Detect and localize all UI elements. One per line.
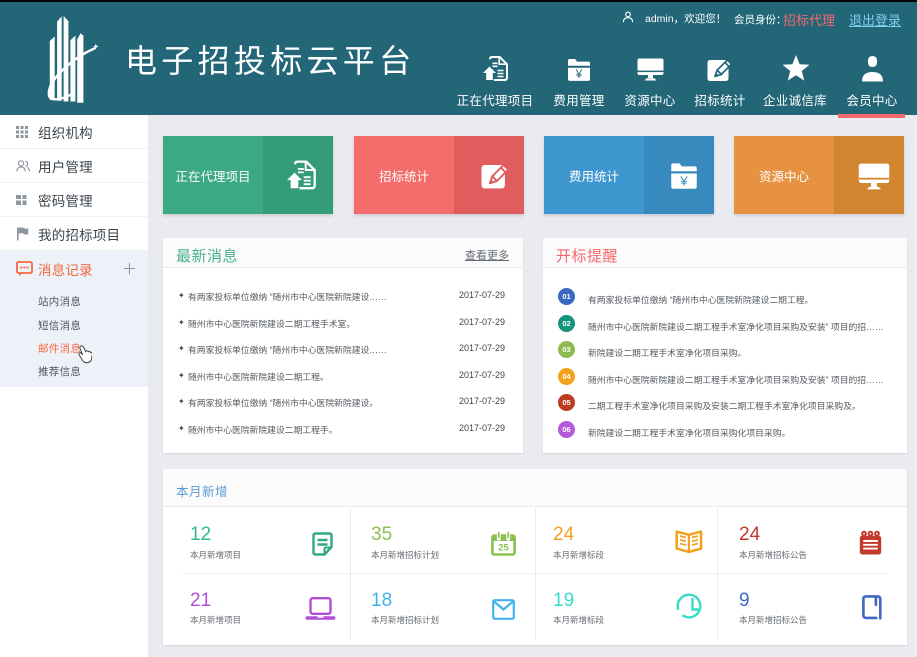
svg-text:¥: ¥ xyxy=(575,69,583,81)
svg-text:¥: ¥ xyxy=(679,173,688,188)
svg-text:25: 25 xyxy=(498,543,509,554)
